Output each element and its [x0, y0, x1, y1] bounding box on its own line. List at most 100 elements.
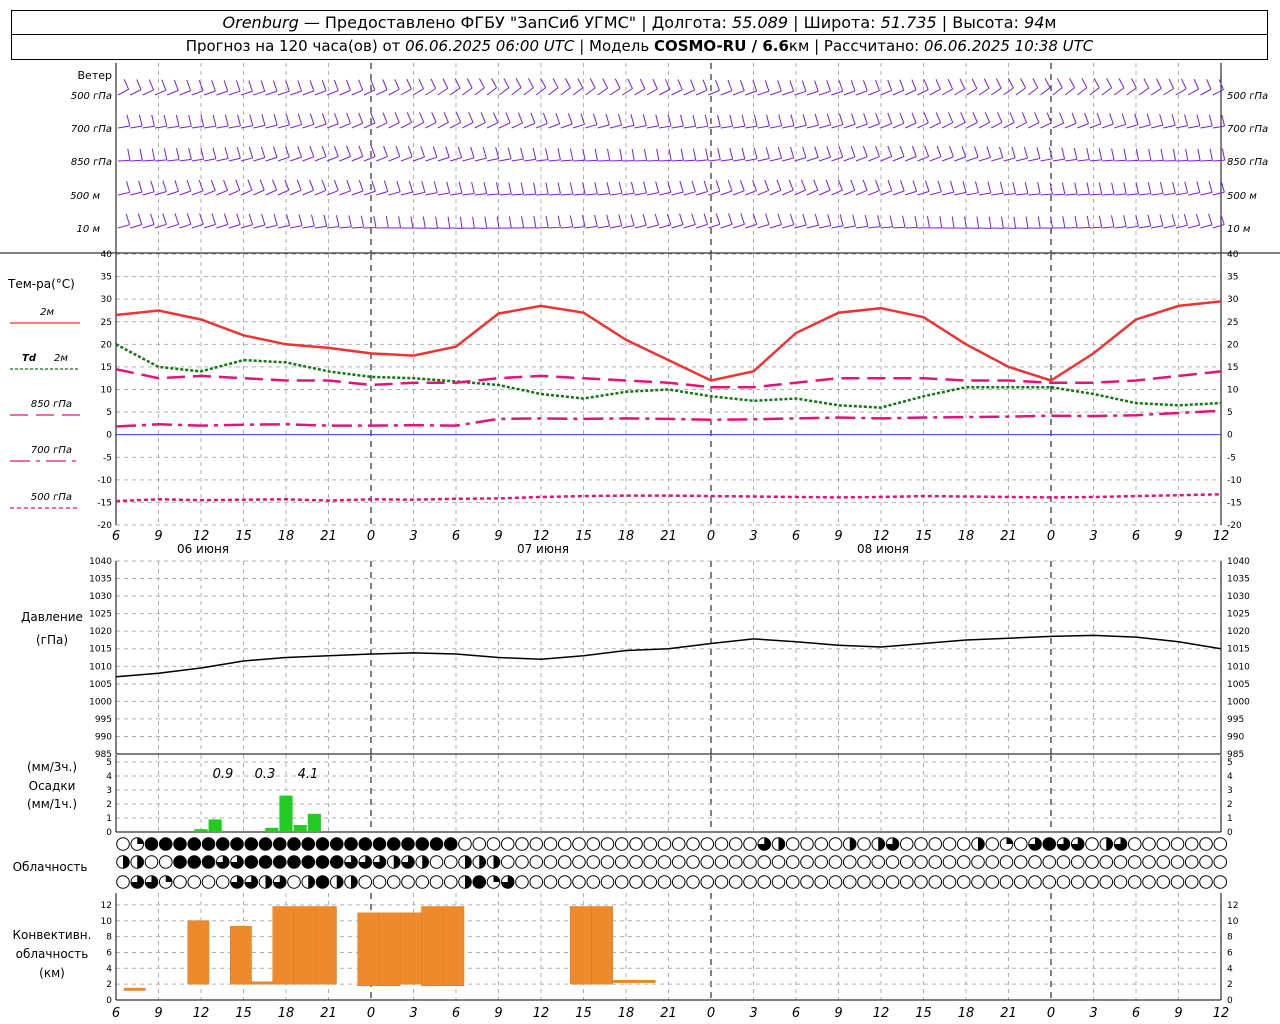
cloud-symbol	[1170, 837, 1185, 851]
wind-barb-flag	[727, 79, 733, 91]
wind-barb-flag	[606, 182, 611, 194]
temp-ytick-left: 20	[101, 340, 113, 350]
precip-ytick-left: 5	[106, 758, 112, 768]
cloud-symbol	[714, 875, 729, 889]
wind-barb	[1151, 124, 1163, 129]
wind-barb-flag	[1056, 78, 1063, 88]
cloud-circle	[429, 855, 444, 869]
wind-barb	[474, 193, 487, 196]
wind-barb	[425, 121, 437, 129]
cloud-symbol	[1213, 875, 1228, 889]
wind-barb-flag	[1181, 78, 1187, 90]
wind-barb-flag	[138, 114, 143, 127]
wind-barb	[659, 125, 672, 129]
wind-barb-flag	[912, 180, 918, 192]
cloud-symbol	[201, 855, 216, 869]
wind-barb	[523, 193, 536, 196]
cloud-symbol	[230, 855, 244, 869]
precip-bar	[265, 827, 279, 832]
wind-barb-flag	[358, 145, 364, 157]
wind-barb-flag	[814, 146, 819, 158]
cloud-symbol	[116, 875, 130, 889]
precip-bar	[194, 829, 208, 832]
conv-ytick-left: 0	[106, 996, 112, 1006]
cloud-circle	[629, 855, 643, 869]
cloud-fill-full	[330, 837, 344, 851]
wind-barb	[204, 158, 216, 162]
legend-t700-label: 700 гПа	[31, 445, 72, 456]
cloud-circle	[1127, 855, 1142, 869]
wind-barb	[708, 159, 721, 162]
cloud-symbol	[857, 875, 871, 889]
wind-barb	[818, 189, 831, 196]
cloud-symbol	[985, 875, 1000, 889]
wind-barb	[954, 156, 966, 162]
wind-barb-flag	[850, 80, 856, 92]
cloud-symbol	[500, 875, 515, 889]
wind-barb	[671, 191, 684, 196]
cloud-circle	[800, 855, 814, 869]
cloud-circle	[586, 875, 601, 889]
cloud-circle	[372, 875, 387, 889]
wind-barb-flag	[1037, 182, 1041, 194]
cloud-circle	[1142, 837, 1156, 851]
wind-barb	[1040, 122, 1052, 129]
wind-barb	[437, 87, 449, 96]
wind-barb-flag	[988, 216, 992, 229]
conv-bar	[591, 906, 613, 985]
legend-t2m-label: 2м	[40, 307, 54, 318]
wind-barb-flag	[951, 216, 955, 229]
wind-barb-flag	[248, 213, 254, 225]
cloud-circle	[144, 855, 159, 869]
conv-bar	[421, 906, 443, 986]
wind-barb	[843, 123, 856, 129]
cloud-symbol	[842, 855, 857, 869]
wind-barb	[1101, 193, 1115, 196]
cloud-fill-half	[479, 855, 486, 869]
wind-barb	[806, 90, 819, 96]
cloud-symbol	[230, 875, 244, 889]
wind-barb	[892, 89, 905, 96]
wind-barb	[228, 224, 241, 229]
precip-ytick-left: 1	[106, 814, 112, 824]
wind-barb	[314, 225, 327, 229]
cloud-fill-full	[330, 855, 344, 869]
wind-barb-flag	[430, 78, 437, 89]
cloud-symbol	[885, 837, 900, 851]
cloud-symbol	[458, 875, 472, 889]
wind-barb-flag	[677, 79, 683, 90]
wind-barb	[818, 124, 831, 129]
wind-barb	[167, 223, 179, 229]
wind-barb	[1089, 123, 1102, 129]
cloud-symbol	[258, 875, 273, 889]
wind-barb	[646, 192, 659, 196]
cloud-symbol	[785, 837, 800, 851]
wind-barb-flag	[924, 145, 930, 157]
conv-xtick: 0	[367, 1006, 375, 1021]
cloud-symbol	[971, 837, 985, 851]
cloud-circle	[629, 875, 643, 889]
wind-barb-flag	[592, 113, 598, 125]
wind-barb	[1077, 159, 1090, 162]
cloud-symbol	[1013, 875, 1028, 889]
wind-barb	[929, 122, 941, 129]
wind-barb	[216, 223, 229, 229]
cloud-circle	[757, 855, 772, 869]
cloud-symbol	[244, 875, 259, 889]
precip-ytick-left: 2	[106, 800, 112, 810]
temp-xtick: 21	[1000, 529, 1017, 544]
cloud-circle	[1184, 837, 1199, 851]
wind-barb	[1126, 193, 1139, 196]
temp-ytick-right: 20	[1227, 340, 1239, 350]
wind-barb	[240, 224, 253, 229]
cloud-circle	[657, 855, 672, 869]
wind-barb-flag	[127, 148, 131, 161]
cloud-symbol	[244, 837, 259, 851]
wind-barb	[363, 122, 376, 129]
conv-xtick: 9	[154, 1006, 162, 1021]
wind-barb-flag	[346, 112, 351, 124]
wind-barb-flag	[210, 179, 216, 191]
wind-barb-flag	[680, 114, 684, 127]
wind-barb	[868, 156, 880, 162]
cloud-circle	[914, 855, 928, 869]
